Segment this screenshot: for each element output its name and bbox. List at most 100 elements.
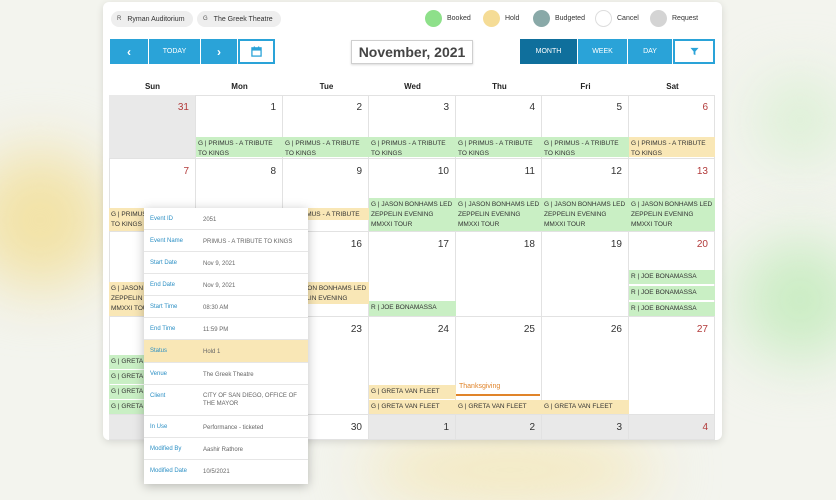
background-blob xyxy=(0,150,110,290)
day-number: 2 xyxy=(529,422,535,433)
popup-label: Modified By xyxy=(150,446,182,452)
venue-name: The Greek Theatre xyxy=(213,15,273,23)
popup-label: Venue xyxy=(150,371,168,377)
legend-budgeted[interactable]: Budgeted xyxy=(533,10,585,27)
legend-label: Request xyxy=(672,15,699,22)
event-bar[interactable]: G | GRETA VAN FLEET xyxy=(456,400,542,414)
legend-hold[interactable]: Hold xyxy=(483,10,519,27)
day-number: 1 xyxy=(270,102,276,113)
event-bar[interactable]: G | GRETA VAN FLEET xyxy=(369,400,456,414)
popup-row-venue: Venue The Greek Theatre xyxy=(144,363,308,385)
weekday-header: Mon xyxy=(231,82,248,91)
day-number: 12 xyxy=(610,166,622,177)
view-day-button[interactable]: DAY xyxy=(628,39,672,64)
day-number: 18 xyxy=(523,239,535,250)
legend-cancel[interactable]: Cancel xyxy=(595,10,639,27)
event-bar[interactable]: R | JOE BONAMASSA xyxy=(629,302,715,316)
event-bar[interactable]: G | JASON BONHAMS LED ZEPPELIN EVENING M… xyxy=(456,198,542,231)
event-bar[interactable]: G | PRIMUS - A TRIBUTE TO KINGS xyxy=(542,137,629,157)
prev-button[interactable]: ‹ xyxy=(110,39,148,64)
event-bar[interactable]: G | PRIMUS - A TRIBUTE TO KINGS xyxy=(283,137,369,157)
calendar-icon xyxy=(251,46,262,57)
cancel-dot-icon xyxy=(595,10,612,27)
legend-label: Cancel xyxy=(617,15,639,22)
event-bar[interactable]: R | JOE BONAMASSA xyxy=(629,270,715,284)
weekday-header: Sat xyxy=(666,82,679,91)
day-cell[interactable]: 31 xyxy=(109,95,196,159)
legend-label: Hold xyxy=(505,15,520,22)
venue-chip-greek[interactable]: G The Greek Theatre xyxy=(197,11,281,27)
day-number: 27 xyxy=(696,324,708,335)
popup-label: Start Date xyxy=(150,260,178,266)
venue-name: Ryman Auditorium xyxy=(127,15,185,23)
day-number: 11 xyxy=(524,166,535,177)
popup-label: Event ID xyxy=(150,216,174,222)
day-number: 9 xyxy=(356,166,362,177)
popup-value: Aashir Rathore xyxy=(203,447,244,453)
day-cell[interactable]: 19 xyxy=(542,232,629,317)
popup-row-start-date: Start Date Nov 9, 2021 xyxy=(144,252,308,274)
event-bar[interactable]: G | GRETA VAN FLEET xyxy=(369,385,456,399)
day-number: 4 xyxy=(529,102,535,113)
event-bar[interactable]: G | GRETA VAN FLEET xyxy=(542,400,629,414)
event-bar[interactable]: G | JASON BONHAMS LED ZEPPELIN EVENING M… xyxy=(542,198,629,231)
event-bar[interactable]: R | JOE BONAMASSA xyxy=(629,286,715,300)
calendar-picker-button[interactable] xyxy=(238,39,275,64)
popup-label: Client xyxy=(150,393,166,399)
popup-row-modified-by: Modified By Aashir Rathore xyxy=(144,438,308,460)
event-bar[interactable]: G | PRIMUS - A TRIBUTE TO KINGS xyxy=(629,137,715,157)
holiday-label: Thanksgiving xyxy=(456,381,540,396)
popup-value: Nov 9, 2021 xyxy=(203,261,236,267)
venue-chip-ryman[interactable]: R Ryman Auditorium xyxy=(111,11,193,27)
event-bar[interactable]: G | JASON BONHAMS LED ZEPPELIN EVENING M… xyxy=(629,198,715,231)
day-cell[interactable]: 4 xyxy=(629,415,715,440)
day-number: 17 xyxy=(437,239,449,250)
popup-row-status: Status Hold 1 xyxy=(144,340,308,363)
popup-label: End Date xyxy=(150,282,176,288)
day-number: 8 xyxy=(270,166,276,177)
day-cell[interactable]: 1 xyxy=(369,415,456,440)
day-cell[interactable]: 3 xyxy=(542,415,629,440)
budgeted-dot-icon xyxy=(533,10,550,27)
popup-value: Performance - ticketed xyxy=(203,425,264,431)
venue-code: R xyxy=(117,16,122,22)
event-details-popup: Event ID 2051 Event Name PRIMUS - A TRIB… xyxy=(144,208,308,484)
day-number: 31 xyxy=(177,102,189,113)
booked-dot-icon xyxy=(425,10,442,27)
popup-label: Modified Date xyxy=(150,468,188,474)
background-blob xyxy=(740,240,836,360)
weekday-header: Thu xyxy=(492,82,507,91)
month-title: November, 2021 xyxy=(351,40,473,64)
weekday-header: Sun xyxy=(144,82,161,91)
weekday-header: Wed xyxy=(404,82,421,91)
next-button[interactable]: › xyxy=(201,39,237,64)
popup-row-client: Client CITY OF SAN DIEGO, OFFICE OF THE … xyxy=(144,385,308,416)
day-cell[interactable]: 27 xyxy=(629,317,715,415)
popup-row-in-use: In Use Performance - ticketed xyxy=(144,416,308,438)
event-bar[interactable]: G | PRIMUS - A TRIBUTE TO KINGS xyxy=(456,137,542,157)
view-month-button[interactable]: MONTH xyxy=(520,39,577,64)
popup-value: 10/5/2021 xyxy=(203,469,230,475)
popup-label: Event Name xyxy=(150,238,184,244)
event-bar[interactable]: G | JASON BONHAMS LED ZEPPELIN EVENING M… xyxy=(369,198,456,231)
day-number: 16 xyxy=(350,239,362,250)
background-blob xyxy=(360,440,660,500)
filter-button[interactable] xyxy=(673,39,715,64)
day-cell[interactable]: 2 xyxy=(456,415,542,440)
day-cell[interactable]: 18 xyxy=(456,232,542,317)
popup-label: End Time xyxy=(150,326,176,332)
legend-booked[interactable]: Booked xyxy=(425,10,471,27)
popup-label: In Use xyxy=(150,424,168,430)
event-bar[interactable]: R | JOE BONAMASSA xyxy=(369,301,456,316)
day-number: 10 xyxy=(437,166,449,177)
popup-value: PRIMUS - A TRIBUTE TO KINGS xyxy=(203,239,293,245)
request-dot-icon xyxy=(650,10,667,27)
popup-value: Nov 9, 2021 xyxy=(203,283,236,289)
today-button[interactable]: TODAY xyxy=(149,39,200,64)
event-bar[interactable]: G | PRIMUS - A TRIBUTE TO KINGS xyxy=(196,137,283,157)
view-week-button[interactable]: WEEK xyxy=(578,39,627,64)
event-bar[interactable]: G | PRIMUS - A TRIBUTE TO KINGS xyxy=(369,137,456,157)
popup-row-end-time: End Time 11:59 PM xyxy=(144,318,308,340)
popup-row-start-time: Start Time 08:30 AM xyxy=(144,296,308,318)
legend-request[interactable]: Request xyxy=(650,10,698,27)
